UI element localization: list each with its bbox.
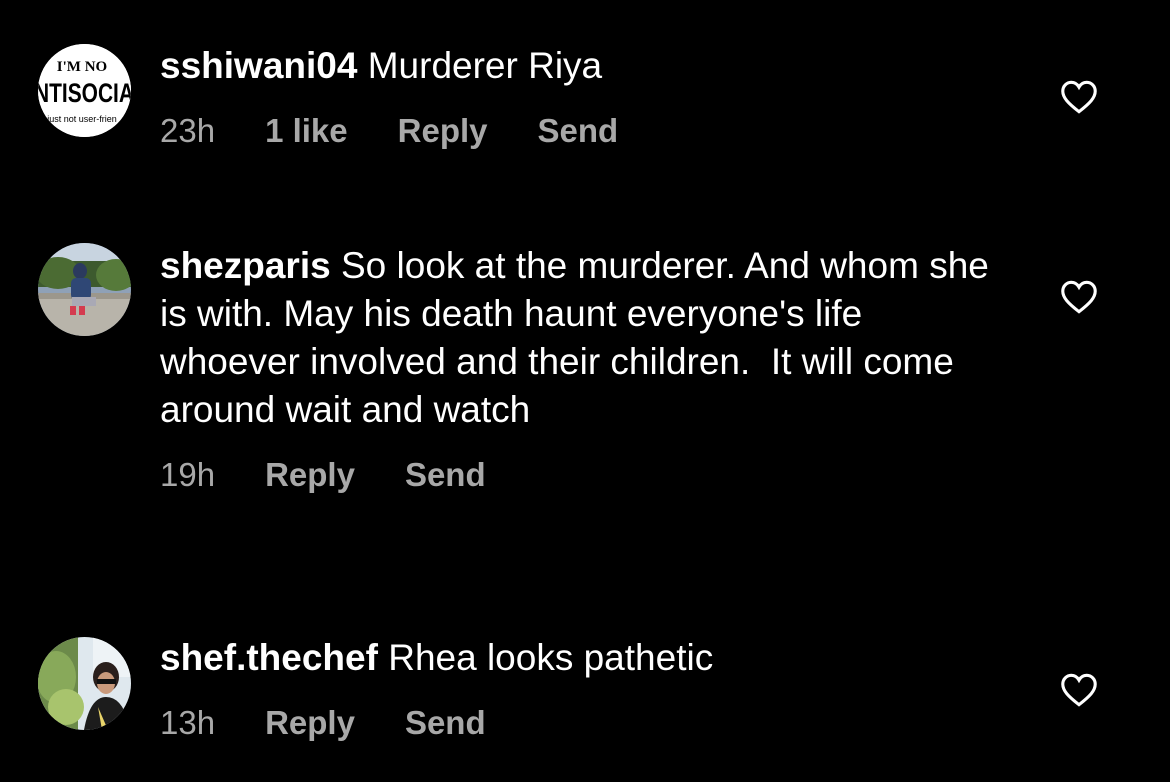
comment-body: shezparis So look at the murderer. And w… — [160, 242, 990, 495]
comment-meta: 23h 1 like Reply Send — [160, 111, 990, 151]
comment-meta: 13h Reply Send — [160, 703, 990, 743]
reply-button[interactable]: Reply — [265, 703, 355, 743]
avatar-line1: I'M NO — [57, 59, 107, 75]
heart-outline-icon[interactable] — [1060, 80, 1098, 114]
avatar-line3: just not user-frien — [46, 114, 117, 124]
comment-body: sshiwani04 Murderer Riya 23h 1 like Repl… — [160, 42, 990, 151]
comment-username[interactable]: shezparis — [160, 245, 331, 286]
comment-text: shezparis So look at the murderer. And w… — [160, 242, 990, 434]
reply-button[interactable]: Reply — [398, 111, 488, 151]
comment-username[interactable]: shef.thechef — [160, 637, 378, 678]
comment-content: Rhea looks pathetic — [388, 637, 714, 678]
avatar-line2: NTISOCIA — [38, 78, 131, 108]
comment-content: Murderer Riya — [367, 45, 603, 86]
comment-timestamp: 23h — [160, 112, 216, 149]
avatar[interactable]: I'M NO NTISOCIA just not user-frien — [38, 44, 131, 137]
avatar[interactable] — [38, 243, 131, 336]
comment-timestamp: 13h — [160, 704, 216, 741]
comment-text: shef.thechef Rhea looks pathetic — [160, 634, 990, 682]
heart-outline-icon[interactable] — [1060, 673, 1098, 707]
send-button[interactable]: Send — [538, 111, 619, 151]
comment-timestamp: 19h — [160, 456, 216, 493]
comment-text: sshiwani04 Murderer Riya — [160, 42, 990, 90]
heart-outline-icon[interactable] — [1060, 280, 1098, 314]
comment-body: shef.thechef Rhea looks pathetic 13h Rep… — [160, 634, 990, 743]
comment-username[interactable]: sshiwani04 — [160, 45, 357, 86]
send-button[interactable]: Send — [405, 703, 486, 743]
avatar[interactable] — [38, 637, 131, 730]
send-button[interactable]: Send — [405, 455, 486, 495]
likes-count-link[interactable]: 1 like — [265, 111, 348, 151]
reply-button[interactable]: Reply — [265, 455, 355, 495]
comment-meta: 19h Reply Send — [160, 455, 990, 495]
